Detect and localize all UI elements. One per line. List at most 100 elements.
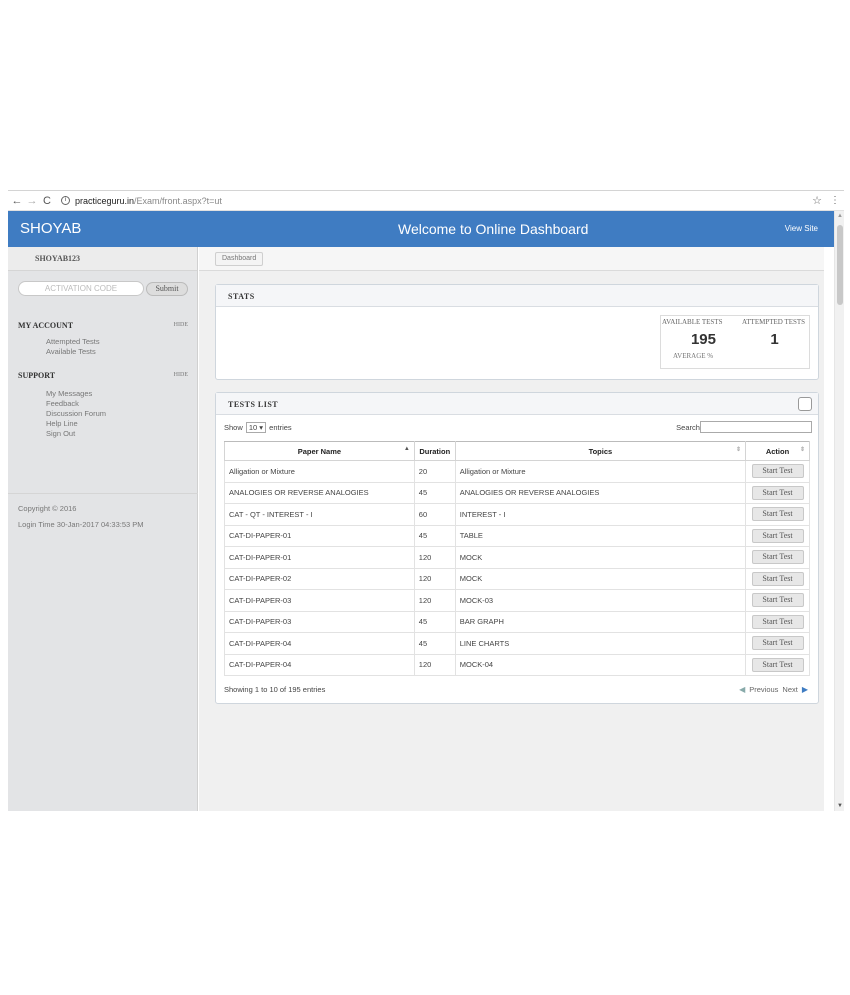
tests-list-panel: TESTS LIST Show 10 ▾ entries Search: Pap… <box>215 392 819 704</box>
search-input[interactable] <box>700 421 812 433</box>
column-header-topics[interactable]: Topics ⇕ <box>454 441 747 461</box>
table-header-row: Paper Name ▲ Duration Topics ⇕ Action ⇕ <box>224 441 810 461</box>
scroll-down-icon[interactable]: ▼ <box>837 803 843 809</box>
scroll-up-icon[interactable]: ▲ <box>837 213 843 219</box>
paper-name-cell: CAT-DI-PAPER-01 <box>224 546 415 569</box>
duration-cell: 45 <box>413 632 456 655</box>
table-row: CAT - QT - INTEREST - I 60 INTEREST - I Sta… <box>224 503 810 526</box>
action-cell: Start Test <box>745 610 810 633</box>
start-test-button[interactable]: Start Test <box>751 636 804 651</box>
duration-cell: 20 <box>413 460 456 483</box>
sidebar-item-sign-out[interactable]: Sign Out <box>46 429 106 439</box>
sidebar-item-my-messages[interactable]: My Messages <box>46 389 106 399</box>
table-row: CAT-DI-PAPER-02 120 MOCK Start Test <box>224 567 810 590</box>
url-path: /Exam/front.aspx?t=ut <box>134 195 222 206</box>
available-tests-label: AVAILABLE TESTS <box>662 318 723 326</box>
previous-arrow-icon[interactable]: ◀ <box>739 685 745 694</box>
action-cell: Start Test <box>745 481 810 504</box>
stats-summary-box: AVAILABLE TESTS ATTEMPTED TESTS 195 1 AV… <box>660 315 810 369</box>
paper-name-cell: CAT-DI-PAPER-04 <box>224 653 415 676</box>
browser-menu-icon[interactable]: ⋮ <box>830 195 840 206</box>
entries-select-value: 10 <box>248 423 258 432</box>
duration-cell: 120 <box>413 567 456 590</box>
action-cell: Start Test <box>745 589 810 612</box>
login-time-text: Login Time 30-Jan-2017 04:33:53 PM <box>18 520 144 529</box>
support-heading[interactable]: SUPPORT HIDE <box>18 371 188 380</box>
start-test-button[interactable]: Start Test <box>751 571 804 586</box>
paper-name-cell: CAT-DI-PAPER-03 <box>224 610 415 633</box>
tests-table: Paper Name ▲ Duration Topics ⇕ Action ⇕ All… <box>224 441 810 676</box>
start-test-button[interactable]: Start Test <box>751 464 804 479</box>
sidebar-item-feedback[interactable]: Feedback <box>46 399 106 409</box>
support-hide-toggle[interactable]: HIDE <box>174 372 188 378</box>
start-test-button[interactable]: Start Test <box>751 485 804 500</box>
collapse-panel-button[interactable] <box>798 397 812 411</box>
action-cell: Start Test <box>745 632 810 655</box>
start-test-button[interactable]: Start Test <box>751 550 804 565</box>
bookmark-star-icon[interactable]: ☆ <box>812 194 822 207</box>
activation-form: ACTIVATION CODE Submit <box>18 281 188 296</box>
duration-cell: 45 <box>413 610 456 633</box>
page-scrollbar[interactable]: ▲ ▼ <box>834 211 844 811</box>
top-header: SHOYAB Welcome to Online Dashboard View … <box>8 211 834 247</box>
topics-cell: MOCK-03 <box>454 589 747 612</box>
activation-code-input[interactable]: ACTIVATION CODE <box>18 281 144 296</box>
table-row: CAT-DI-PAPER-01 45 TABLE Start Test <box>224 524 810 547</box>
duration-cell: 45 <box>413 524 456 547</box>
entries-select[interactable]: 10 ▾ <box>245 422 267 433</box>
chevron-down-icon: ▾ <box>259 423 264 432</box>
duration-cell: 120 <box>413 546 456 569</box>
my-account-title: MY ACCOUNT <box>18 321 74 330</box>
action-cell: Start Test <box>745 524 810 547</box>
main-content: Dashboard STATS AVAILABLE TESTS ATTEMPTE… <box>199 247 824 811</box>
start-test-button[interactable]: Start Test <box>751 528 804 543</box>
next-arrow-icon[interactable]: ▶ <box>802 685 808 694</box>
support-title: SUPPORT <box>18 371 56 380</box>
previous-button[interactable]: Previous <box>749 685 778 694</box>
topics-cell: INTEREST - I <box>454 503 747 526</box>
attempted-tests-label: ATTEMPTED TESTS <box>742 318 806 326</box>
topics-cell: MOCK <box>454 567 747 590</box>
pagination: ◀ Previous Next ▶ <box>737 685 810 694</box>
column-header-paper-name[interactable]: Paper Name ▲ <box>224 441 415 461</box>
back-arrow-icon[interactable]: ← <box>11 195 23 207</box>
sort-icon: ⇕ <box>799 447 805 453</box>
sidebar-item-available-tests[interactable]: Available Tests <box>46 347 100 357</box>
table-row: CAT-DI-PAPER-01 120 MOCK Start Test <box>224 546 810 569</box>
table-controls: Show 10 ▾ entries Search: <box>216 415 818 437</box>
info-icon[interactable]: i <box>61 196 70 205</box>
duration-cell: 45 <box>413 481 456 504</box>
url-field[interactable]: i practiceguru.in/Exam/front.aspx?t=ut <box>61 194 801 208</box>
submit-button[interactable]: Submit <box>146 281 188 296</box>
action-cell: Start Test <box>745 653 810 676</box>
start-test-button[interactable]: Start Test <box>751 593 804 608</box>
reload-icon[interactable]: C <box>41 195 53 207</box>
paper-name-cell: CAT-DI-PAPER-03 <box>224 589 415 612</box>
duration-cell: 60 <box>413 503 456 526</box>
forward-arrow-icon[interactable]: → <box>26 195 38 207</box>
scrollbar-thumb[interactable] <box>837 225 843 305</box>
breadcrumb-dashboard[interactable]: Dashboard <box>215 252 264 266</box>
sidebar-item-attempted-tests[interactable]: Attempted Tests <box>46 337 100 347</box>
sidebar-item-help-line[interactable]: Help Line <box>46 419 106 429</box>
browser-address-bar: ← → C i practiceguru.in/Exam/front.aspx?… <box>8 191 844 211</box>
start-test-button[interactable]: Start Test <box>751 657 804 672</box>
my-account-menu: Attempted Tests Available Tests <box>46 337 100 357</box>
my-account-hide-toggle[interactable]: HIDE <box>174 322 188 328</box>
paper-name-cell: CAT - QT - INTEREST - I <box>224 503 415 526</box>
my-account-heading[interactable]: MY ACCOUNT HIDE <box>18 321 188 330</box>
column-header-duration[interactable]: Duration <box>413 441 456 461</box>
brand-name[interactable]: SHOYAB <box>20 220 81 237</box>
copyright-text: Copyright © 2016 <box>18 504 77 513</box>
next-button[interactable]: Next <box>782 685 797 694</box>
sort-ascending-icon: ▲ <box>403 446 410 452</box>
column-header-action[interactable]: Action ⇕ <box>745 441 810 461</box>
topics-cell: MOCK <box>454 546 747 569</box>
view-site-link[interactable]: View Site <box>785 224 818 233</box>
sidebar-item-discussion-forum[interactable]: Discussion Forum <box>46 409 106 419</box>
paper-name-cell: CAT-DI-PAPER-02 <box>224 567 415 590</box>
average-label: AVERAGE % <box>673 352 714 360</box>
browser-window: ← → C i practiceguru.in/Exam/front.aspx?… <box>8 190 844 811</box>
start-test-button[interactable]: Start Test <box>751 507 804 522</box>
start-test-button[interactable]: Start Test <box>751 614 804 629</box>
